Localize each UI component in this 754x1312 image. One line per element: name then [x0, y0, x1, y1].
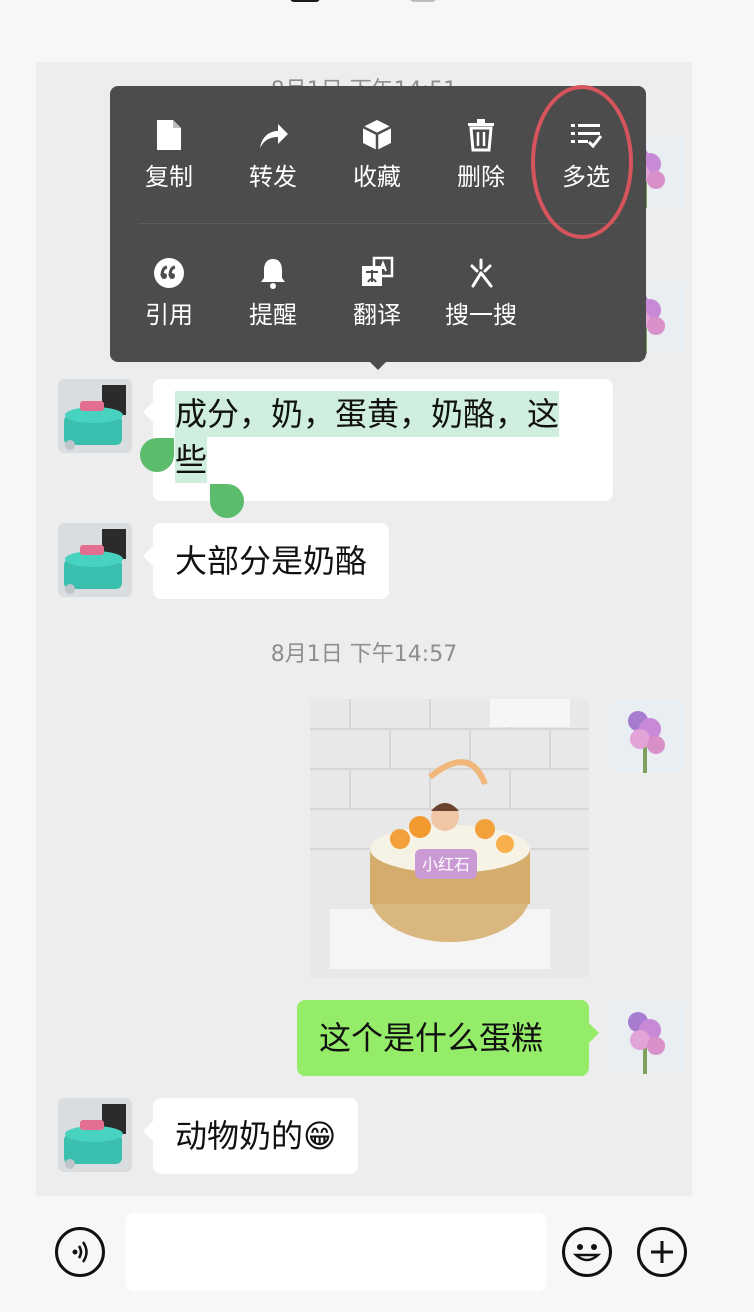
more-button[interactable]	[637, 1227, 687, 1277]
message-bubble[interactable]: 大部分是奶酪	[142, 523, 390, 599]
cube-icon	[362, 120, 392, 150]
message-input[interactable]	[126, 1213, 546, 1291]
menu-item-search[interactable]: 搜一搜	[429, 256, 533, 330]
cake-photo: 小红石	[310, 699, 589, 978]
selected-text-line2: 些	[175, 437, 208, 483]
menu-item-label: 复制	[145, 163, 193, 191]
message-text: 动物奶的😁	[175, 1117, 337, 1155]
menu-item-label: 转发	[249, 163, 297, 191]
menu-item-label: 翻译	[353, 301, 401, 329]
hyacinth-avatar-image	[610, 699, 684, 773]
hyacinth-avatar-image	[610, 1000, 684, 1074]
quote-icon	[154, 258, 184, 288]
menu-item-copy[interactable]: 复制	[117, 118, 221, 192]
status-bar-fragment	[290, 0, 320, 2]
my-avatar[interactable]	[610, 699, 684, 773]
menu-item-translate[interactable]: 翻译	[325, 256, 429, 330]
menu-item-quote[interactable]: 引用	[117, 256, 221, 330]
contact-avatar[interactable]	[58, 379, 132, 453]
cake-avatar-image	[58, 379, 132, 453]
trash-icon	[468, 119, 494, 152]
message-bubble-outgoing[interactable]: 这个是什么蛋糕	[297, 1000, 599, 1076]
selection-start-handle[interactable]	[140, 438, 174, 472]
cake-avatar-image	[58, 523, 132, 597]
message-text: 大部分是奶酪	[175, 542, 368, 580]
bell-icon	[261, 259, 285, 289]
cake-photo-message[interactable]: 小红石	[310, 699, 589, 978]
cake-avatar-image	[58, 1098, 132, 1172]
input-bar	[0, 1196, 754, 1312]
menu-item-label: 提醒	[249, 301, 297, 329]
sparkle-icon	[470, 258, 493, 288]
menu-pointer-arrow	[366, 358, 390, 370]
forward-arrow-icon	[260, 124, 288, 148]
cake-plaque-text: 小红石	[422, 855, 470, 874]
menu-item-label: 搜一搜	[445, 301, 517, 329]
message-text: 这个是什么蛋糕	[319, 1019, 544, 1057]
timestamp: 8月1日 下午14:57	[270, 642, 458, 667]
menu-item-delete[interactable]: 删除	[429, 118, 533, 192]
selection-end-handle[interactable]	[210, 484, 244, 518]
status-bar-fragment	[410, 0, 436, 2]
menu-item-label: 收藏	[353, 163, 401, 191]
menu-item-forward[interactable]: 转发	[221, 118, 325, 192]
emoji-icon	[572, 1244, 602, 1262]
message-bubble-selected[interactable]: 成分，奶，蛋黄，奶酪，这 些	[143, 379, 613, 501]
document-icon	[157, 120, 181, 150]
translate-icon	[362, 256, 394, 286]
my-avatar[interactable]	[610, 1000, 684, 1074]
emoji-button[interactable]	[562, 1227, 612, 1277]
selected-text-line1: 成分，奶，蛋黄，奶酪，这	[175, 391, 560, 437]
menu-item-label: 删除	[457, 163, 505, 191]
menu-item-favorite[interactable]: 收藏	[325, 118, 429, 192]
menu-item-remind[interactable]: 提醒	[221, 256, 325, 330]
plus-icon	[651, 1241, 673, 1263]
message-bubble[interactable]: 动物奶的😁	[142, 1098, 359, 1174]
contact-avatar[interactable]	[58, 523, 132, 597]
voice-icon	[72, 1241, 88, 1263]
contact-avatar[interactable]	[58, 1098, 132, 1172]
highlight-circle-annotation	[531, 85, 633, 239]
menu-item-label: 引用	[145, 301, 193, 329]
menu-divider	[138, 223, 618, 224]
voice-button[interactable]	[55, 1227, 105, 1277]
